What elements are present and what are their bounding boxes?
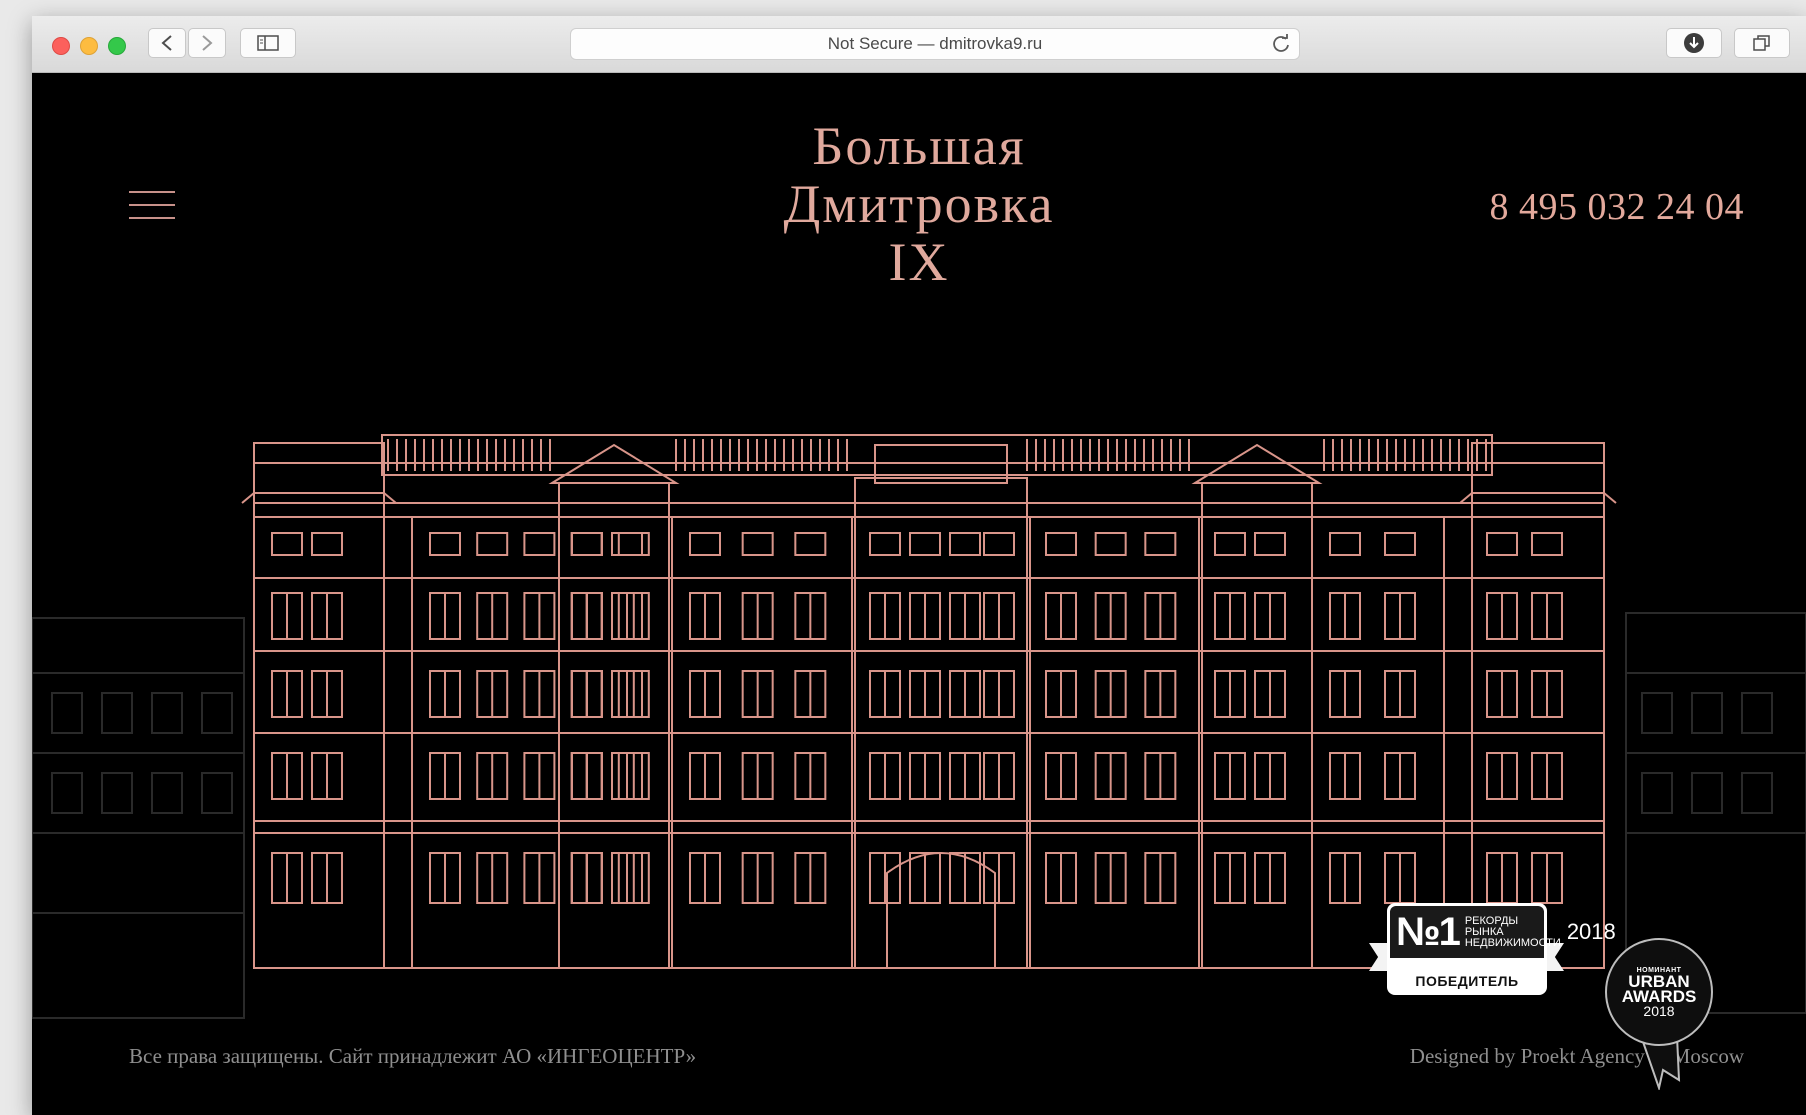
tabs-overview-button[interactable] [1734, 28, 1790, 58]
records-number: №1 [1396, 909, 1461, 954]
minimize-window-button[interactable] [80, 37, 98, 55]
browser-toolbar: Not Secure — dmitrovka9.ru [32, 16, 1806, 73]
downloads-button[interactable] [1666, 28, 1722, 58]
download-icon [1684, 33, 1704, 53]
forward-button[interactable] [188, 28, 226, 58]
sidebar-button[interactable] [240, 28, 296, 58]
back-button[interactable] [148, 28, 186, 58]
back-icon [161, 35, 172, 51]
close-window-button[interactable] [52, 37, 70, 55]
records-badge-card: №1 РЕКОРДЫ РЫНКА НЕДВИЖИМОСТИ 2018 ПОБЕД… [1387, 903, 1616, 995]
zoom-window-button[interactable] [108, 37, 126, 55]
sidebar-icon [257, 35, 279, 51]
urban-awards-circle: НОМИНАНТ URBAN AWARDS 2018 [1605, 938, 1713, 1046]
records-label-line-3: НЕДВИЖИМОСТИ [1464, 936, 1561, 949]
facade-lines [241, 434, 1617, 969]
records-status: ПОБЕДИТЕЛЬ [1415, 973, 1519, 989]
copyright-text: Все права защищены. Сайт принадлежит АО … [129, 1044, 697, 1068]
records-badge-header: №1 РЕКОРДЫ РЫНКА НЕДВИЖИМОСТИ 2018 [1390, 906, 1616, 958]
address-text: Not Secure — dmitrovka9.ru [827, 34, 1043, 53]
urban-awards-badge: НОМИНАНТ URBAN AWARDS 2018 [1605, 938, 1717, 1090]
reload-icon[interactable] [1271, 34, 1291, 54]
records-label: РЕКОРДЫ РЫНКА НЕДВИЖИМОСТИ [1464, 915, 1561, 949]
records-award-badge: №1 РЕКОРДЫ РЫНКА НЕДВИЖИМОСТИ 2018 ПОБЕД… [1369, 903, 1616, 998]
forward-icon [202, 35, 213, 51]
tabs-icon [1753, 35, 1770, 51]
page-content: Большая Дмитровка IX 8 495 032 24 04 Все… [32, 73, 1806, 1115]
address-bar[interactable]: Not Secure — dmitrovka9.ru [570, 28, 1300, 60]
urban-line-2: AWARDS [1621, 986, 1697, 1006]
browser-window: Not Secure — dmitrovka9.ru Большая Дмитр… [32, 16, 1806, 1115]
urban-year: 2018 [1643, 1002, 1675, 1019]
